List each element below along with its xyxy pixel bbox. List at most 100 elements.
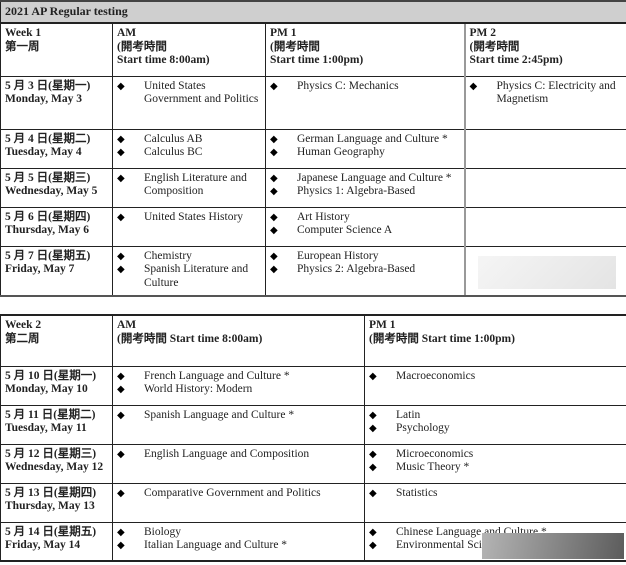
date-en: Wednesday, May 5 (5, 185, 98, 197)
date-cn: 5 月 4 日(星期二) (5, 132, 91, 145)
week-label: Week 2 (5, 319, 42, 331)
date-cell: 5 月 5 日(星期三) Wednesday, May 5 (0, 167, 113, 208)
subject-cell: ◆ French Language and Culture * ◆ World His… (112, 365, 365, 406)
diamond-bullet-icon: ◆ (369, 462, 377, 473)
diamond-bullet-icon: ◆ (369, 526, 377, 538)
subject-list: ◆ Physics C: Electricity and Magnetism (470, 80, 623, 107)
subject-item: ◆ Japanese Language and Culture * (270, 172, 460, 186)
subject-item: ◆ United States History (117, 211, 261, 225)
diamond-bullet-icon: ◆ (469, 80, 478, 92)
subject-list: ◆ European History ◆ Physics 2: Algebra-Bas… (270, 250, 460, 277)
subject-item: ◆ Italian Language and Culture * (117, 539, 360, 553)
subject-name: United States Government and Politics (144, 79, 259, 106)
subject-item: ◆ Latin (369, 409, 622, 423)
subject-item: ◆ Comparative Government and Politics (117, 487, 360, 501)
schedule-row: 5 月 12 日(星期三) Wednesday, May 12 ◆ English L… (0, 443, 626, 484)
subject-list: ◆ Latin ◆ Psychology (369, 409, 622, 436)
date-en: Tuesday, May 11 (5, 422, 87, 434)
diamond-bullet-icon: ◆ (117, 448, 125, 460)
diamond-bullet-icon: ◆ (117, 384, 125, 395)
start-time: Start time 8:00am) (117, 54, 210, 66)
start-time-cn: (開考時間 (270, 40, 320, 53)
session-label: AM (117, 27, 137, 39)
diamond-bullet-icon: ◆ (117, 370, 125, 382)
subject-list: ◆ Statistics (369, 487, 622, 501)
diamond-bullet-icon: ◆ (270, 147, 278, 158)
week1-schedule-table: 2021 AP Regular testing Week 1 第一周 AM (開… (0, 0, 626, 297)
subject-item: ◆ Human Geography (270, 146, 460, 160)
subject-cell: ◆ Macroeconomics (364, 365, 626, 406)
subject-item: ◆ Computer Science A (270, 224, 460, 238)
subject-name: World History: Modern (144, 383, 253, 395)
schedule-row: 5 月 4 日(星期二) Tuesday, May 4 ◆ Calculus AB ◆ C… (0, 128, 626, 169)
date-en: Monday, May 10 (5, 383, 88, 395)
schedule-row: 5 月 10 日(星期一) Monday, May 10 ◆ French Langu… (0, 365, 626, 406)
date-cn: 5 月 14 日(星期五) (5, 525, 97, 538)
subject-item: ◆ Spanish Literature and Culture (117, 263, 261, 290)
subject-cell: ◆ Comparative Government and Politics (112, 482, 365, 523)
subject-item: ◆ United States Government and Politics (117, 80, 261, 107)
subject-name: Physics 2: Algebra-Based (297, 263, 416, 275)
subject-list: ◆ Comparative Government and Politics (117, 487, 360, 501)
subject-list: ◆ Spanish Language and Culture * (117, 409, 360, 423)
subject-cell: ◆ Art History ◆ Computer Science A (265, 206, 466, 247)
date-cn: 5 月 5 日(星期三) (5, 171, 91, 184)
subject-list: ◆ German Language and Culture * ◆ Human Geo… (270, 133, 460, 160)
diamond-bullet-icon: ◆ (270, 225, 278, 236)
subject-cell: ◆ United States History (112, 206, 266, 247)
subject-name: Spanish Literature and Culture (144, 263, 249, 289)
date-cn: 5 月 12 日(星期三) (5, 447, 97, 460)
diamond-bullet-icon: ◆ (117, 147, 125, 158)
subject-name: French Language and Culture * (144, 369, 290, 382)
session-label: PM 1 (270, 27, 297, 39)
subject-item: ◆ Statistics (369, 487, 622, 501)
subject-cell: ◆ Spanish Language and Culture * (112, 404, 365, 445)
subject-name: Computer Science A (297, 224, 393, 236)
subject-cell: ◆ English Literature and Composition (112, 167, 266, 208)
date-en: Friday, May 14 (5, 539, 81, 551)
subject-name: Physics C: Electricity and Magnetism (496, 79, 616, 106)
subject-item: ◆ Psychology (369, 422, 622, 436)
subject-item: ◆ Music Theory * (369, 461, 622, 475)
date-cn: 5 月 6 日(星期四) (5, 210, 91, 223)
subject-list: ◆ United States Government and Politics (117, 80, 261, 107)
subject-name: Microeconomics (396, 447, 474, 460)
date-en: Friday, May 7 (5, 263, 75, 275)
schedule-row: 5 月 5 日(星期三) Wednesday, May 5 ◆ English Lit… (0, 167, 626, 208)
diamond-bullet-icon: ◆ (369, 423, 377, 434)
subject-name: Psychology (396, 422, 450, 434)
subject-name: English Literature and Composition (144, 171, 247, 198)
subject-cell: ◆ German Language and Culture * ◆ Human Geo… (265, 128, 466, 169)
subject-cell (463, 128, 626, 169)
subject-cell: ◆ Chemistry ◆ Spanish Literature and Cultur… (112, 245, 266, 297)
diamond-bullet-icon: ◆ (369, 540, 377, 551)
date-en: Thursday, May 13 (5, 500, 95, 512)
start-time: (開考時間 Start time 1:00pm) (369, 332, 515, 345)
subject-name: Art History (297, 210, 350, 223)
diamond-bullet-icon: ◆ (369, 409, 377, 421)
diamond-bullet-icon: ◆ (270, 186, 278, 197)
subject-name: Chemistry (144, 249, 192, 262)
schedule-title: 2021 AP Regular testing (0, 0, 626, 24)
diamond-bullet-icon: ◆ (117, 264, 125, 275)
week2-schedule-table: Week 2 第二周 AM (開考時間 Start time 8:00am) P… (0, 314, 626, 562)
subject-list: ◆ Calculus AB ◆ Calculus BC (117, 133, 261, 160)
subject-list: ◆ English Literature and Composition (117, 172, 261, 199)
subject-item: ◆ European History (270, 250, 460, 264)
subject-name: German Language and Culture * (297, 132, 448, 145)
start-time-cn: (開考時間 (469, 40, 520, 53)
subject-cell: ◆ European History ◆ Physics 2: Algebra-Bas… (265, 245, 466, 297)
session-label: PM 2 (469, 27, 497, 39)
week2-header-am: AM (開考時間 Start time 8:00am) (112, 314, 365, 367)
subject-name: Human Geography (297, 146, 385, 158)
schedule-row: 5 月 13 日(星期四) Thursday, May 13 ◆ Comparativ… (0, 482, 626, 523)
subject-item: ◆ Chemistry (117, 250, 261, 264)
diamond-bullet-icon: ◆ (369, 487, 377, 499)
start-time: Start time 2:45pm) (469, 54, 563, 66)
subject-name: Macroeconomics (396, 369, 476, 382)
date-cell: 5 月 3 日(星期一) Monday, May 3 (0, 75, 113, 130)
subject-item: ◆ English Literature and Composition (117, 172, 261, 199)
week2-header-week: Week 2 第二周 (0, 314, 113, 367)
subject-cell: ◆ Physics C: Mechanics (265, 75, 466, 130)
subject-list: ◆ Physics C: Mechanics (270, 80, 460, 94)
